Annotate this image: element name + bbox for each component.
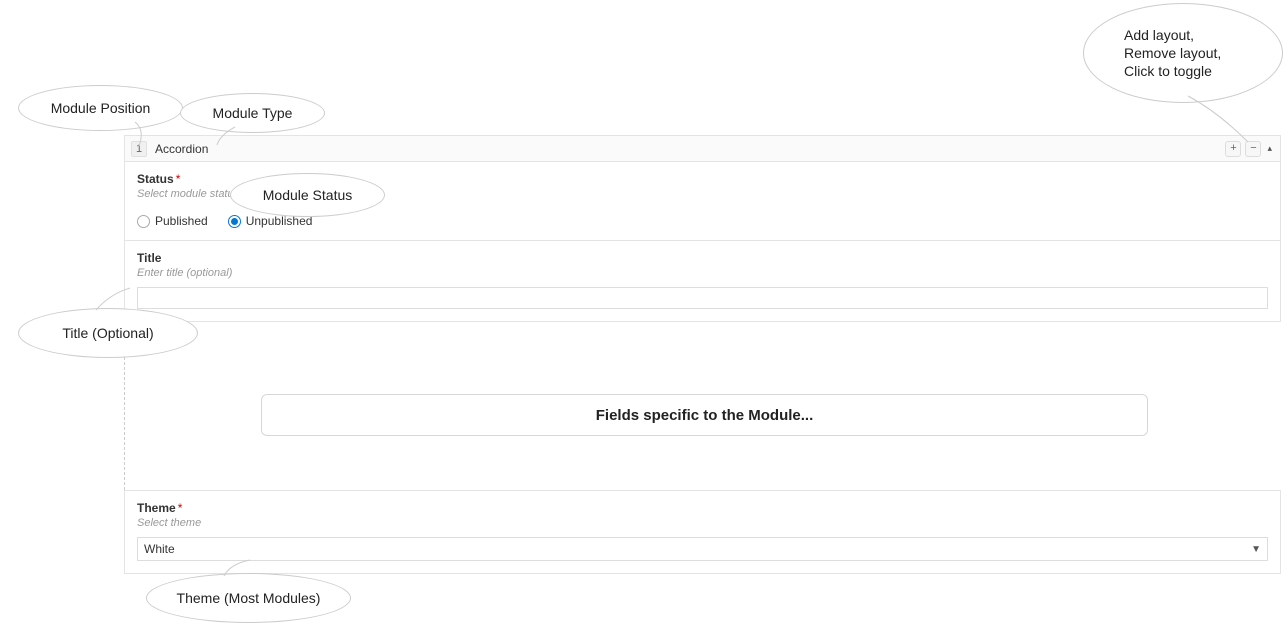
radio-dot-icon	[231, 218, 238, 225]
callout-text: Module Position	[51, 99, 151, 117]
theme-section: Theme* Select theme White ▼	[124, 490, 1281, 574]
radio-circle-icon	[137, 215, 150, 228]
callout-text-line: Remove layout,	[1124, 44, 1221, 62]
theme-help-text: Select theme	[137, 517, 1268, 529]
module-header[interactable]: 1 Accordion + − ▴	[125, 136, 1280, 162]
theme-label: Theme	[137, 501, 176, 515]
module-fields-placeholder: Fields specific to the Module...	[261, 394, 1148, 436]
callout-text: Title (Optional)	[62, 324, 153, 342]
status-required-mark: *	[176, 172, 181, 186]
title-label: Title	[137, 251, 1268, 265]
title-help-text: Enter title (optional)	[137, 267, 1268, 279]
callout-tail	[125, 120, 165, 150]
radio-circle-icon	[228, 215, 241, 228]
theme-required-mark: *	[178, 501, 183, 515]
module-frame: 1 Accordion + − ▴ Status* Select module …	[124, 135, 1281, 322]
callout-text: Module Type	[213, 104, 293, 122]
placeholder-text: Fields specific to the Module...	[596, 407, 814, 424]
callout-text-line: Add layout,	[1124, 26, 1194, 44]
theme-select-value: White	[144, 542, 175, 556]
callout-text-line: Click to toggle	[1124, 62, 1212, 80]
callout-text: Module Status	[263, 186, 353, 204]
title-input[interactable]	[137, 287, 1268, 309]
radio-published[interactable]: Published	[137, 214, 208, 228]
theme-select[interactable]: White ▼	[137, 537, 1268, 561]
status-label: Status	[137, 172, 174, 186]
callout-tail	[90, 286, 140, 314]
title-section: Title Enter title (optional)	[125, 241, 1280, 321]
callout-module-status: Module Status	[230, 173, 385, 217]
toggle-collapse-button[interactable]: ▴	[1265, 143, 1274, 154]
callout-theme-note: Theme (Most Modules)	[146, 573, 351, 623]
radio-label: Published	[155, 214, 208, 228]
callout-title-optional: Title (Optional)	[18, 308, 198, 358]
callout-tail	[215, 125, 255, 150]
callout-text: Theme (Most Modules)	[177, 589, 321, 607]
callout-toggle-note: Add layout, Remove layout, Click to togg…	[1083, 3, 1283, 103]
triangle-up-icon: ▴	[1267, 143, 1272, 153]
chevron-down-icon: ▼	[1251, 544, 1261, 555]
callout-tail	[1178, 92, 1258, 147]
callout-tail	[220, 558, 260, 580]
